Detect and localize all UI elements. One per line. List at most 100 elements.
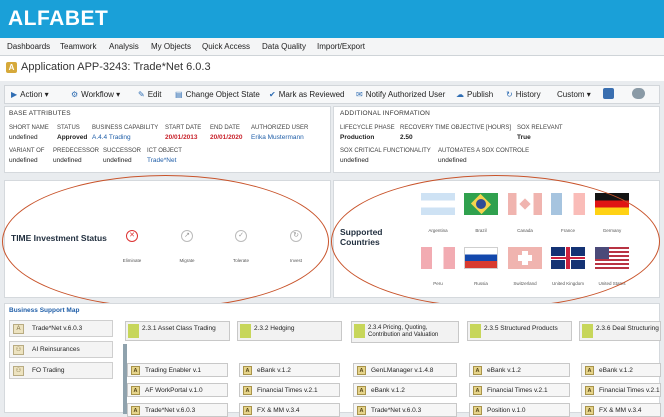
custom-button[interactable]: Custom ▾ bbox=[557, 90, 591, 99]
change-state-button[interactable]: ▤ Change Object State bbox=[175, 90, 260, 99]
status-label: STATUS bbox=[57, 125, 80, 131]
mark-reviewed-button[interactable]: ✔ Mark as Reviewed bbox=[269, 90, 345, 99]
sox-critical-value: undefined bbox=[340, 157, 369, 164]
list-item[interactable]: A AF WorkPortal v.1.0 bbox=[127, 383, 228, 397]
capability-column-head[interactable]: 2.3.4 Pricing, Quoting, Contribution and… bbox=[351, 321, 459, 343]
action-icon: ▶ bbox=[11, 90, 18, 99]
capability-marker bbox=[354, 324, 365, 338]
sox-relevant-label: SOX RELEVANT bbox=[517, 125, 563, 131]
menu-dashboards[interactable]: Dashboards bbox=[7, 42, 50, 51]
change-state-icon: ▤ bbox=[175, 90, 183, 99]
menu-import-export[interactable]: Import/Export bbox=[317, 42, 365, 51]
bsm-left-item[interactable]: A Trade*Net v.6.0.3 bbox=[9, 320, 113, 337]
list-item[interactable]: A Financial Times v.2.1 bbox=[581, 383, 661, 397]
list-item[interactable]: A FX & MM v.3.4 bbox=[581, 403, 661, 417]
list-item[interactable]: A Financial Times v.2.1 bbox=[239, 383, 340, 397]
page-title: Application APP-3243: Trade*Net 6.0.3 bbox=[21, 61, 211, 73]
list-item[interactable]: A GenLManager v.1.4.8 bbox=[353, 363, 457, 377]
base-attributes-title: BASE ATTRIBUTES bbox=[9, 110, 71, 117]
list-item[interactable]: AeBank v.1.2 bbox=[469, 363, 570, 377]
recovery-time-value: 2.50 bbox=[400, 134, 413, 141]
mark-reviewed-icon: ✔ bbox=[269, 90, 276, 99]
successor-label: SUCCESSOR bbox=[103, 148, 142, 154]
top-bar: ALFABET bbox=[0, 0, 664, 38]
list-item[interactable]: AeBank v.1.2 bbox=[581, 363, 661, 377]
menu-teamwork[interactable]: Teamwork bbox=[60, 42, 96, 51]
capability-column-head[interactable]: 2.3.2 Hedging bbox=[237, 321, 342, 341]
menu-analysis[interactable]: Analysis bbox=[109, 42, 139, 51]
notify-button[interactable]: ✉ Notify Authorized User bbox=[356, 90, 445, 99]
ict-object-value[interactable]: Trade*Net bbox=[147, 157, 176, 164]
main-menu: Dashboards Teamwork Analysis My Objects … bbox=[0, 38, 664, 56]
list-item[interactable]: A Position v.1.0 bbox=[469, 403, 570, 417]
recovery-time-label: RECOVERY TIME OBJECTIVE [HOURS] bbox=[400, 125, 512, 131]
history-button[interactable]: ↻ History bbox=[506, 90, 541, 99]
sox-relevant-value: True bbox=[517, 134, 531, 141]
action-button[interactable]: ▶ Action ▾ bbox=[11, 90, 49, 99]
application-icon: A bbox=[357, 386, 366, 395]
business-support-map-panel: Business Support Map A Trade*Net v.6.0.3 … bbox=[4, 303, 661, 417]
application-icon: A bbox=[473, 386, 482, 395]
start-date-value: 20/01/2013 bbox=[165, 134, 198, 141]
menu-my-objects[interactable]: My Objects bbox=[151, 42, 191, 51]
object-toolbar: ▶ Action ▾ ⚙ Workflow ▾ ✎ Edit ▤ Change Obje… bbox=[4, 85, 660, 104]
application-icon: A bbox=[131, 386, 140, 395]
end-date-label: END DATE bbox=[210, 125, 240, 131]
menu-quick-access[interactable]: Quick Access bbox=[202, 42, 250, 51]
additional-information-title: ADDITIONAL INFORMATION bbox=[340, 110, 430, 117]
business-capability-label: BUSINESS CAPABILITY bbox=[92, 125, 159, 131]
automates-sox-label: AUTOMATES A SOX CONTROLE bbox=[438, 148, 530, 154]
publish-icon: ☁ bbox=[456, 90, 464, 99]
start-date-label: START DATE bbox=[165, 125, 202, 131]
additional-information-panel: ADDITIONAL INFORMATION LIFECYCLE PHASE R… bbox=[333, 106, 660, 173]
authorized-user-value[interactable]: Erika Mustermann bbox=[251, 134, 304, 141]
list-item[interactable]: A Trade*Net v.6.0.3 bbox=[353, 403, 457, 417]
application-icon: A bbox=[131, 406, 140, 415]
predecessor-value: undefined bbox=[53, 157, 82, 164]
business-support-map-title[interactable]: Business Support Map bbox=[9, 307, 79, 314]
status-value: Approved bbox=[57, 134, 88, 141]
people-icon: ⚇ bbox=[13, 345, 24, 355]
workflow-icon: ⚙ bbox=[71, 90, 79, 99]
base-attributes-panel: BASE ATTRIBUTES SHORT NAME STATUS BUSINE… bbox=[4, 106, 331, 173]
list-item[interactable]: A Financial Times v.2.1 bbox=[469, 383, 570, 397]
bsm-left-item[interactable]: ⚇ FO Trading bbox=[9, 362, 113, 379]
people-icon: ⚇ bbox=[13, 366, 24, 376]
capability-column-head[interactable]: 2.3.1 Asset Class Trading bbox=[125, 321, 230, 341]
capability-marker bbox=[128, 324, 139, 338]
list-item[interactable]: A Trade*Net v.6.0.3 bbox=[127, 403, 228, 417]
edit-button[interactable]: ✎ Edit bbox=[138, 90, 162, 99]
business-capability-value[interactable]: A.4.4 Trading bbox=[92, 134, 131, 141]
application-icon: A bbox=[585, 406, 594, 415]
highlight-oval-countries bbox=[331, 175, 660, 308]
capability-marker bbox=[470, 324, 481, 338]
list-item[interactable]: A Trading Enabler v.1 bbox=[127, 363, 228, 377]
menu-data-quality[interactable]: Data Quality bbox=[262, 42, 306, 51]
edit-icon: ✎ bbox=[138, 90, 145, 99]
capability-column-head[interactable]: 2.3.6 Deal Structuring bbox=[579, 321, 661, 341]
capability-column-head[interactable]: 2.3.5 Structured Products bbox=[467, 321, 572, 341]
application-icon: A bbox=[357, 366, 366, 375]
lifecycle-phase-value: Production bbox=[340, 134, 375, 141]
diagram-icon[interactable] bbox=[603, 88, 614, 99]
bsm-left-item[interactable]: ⚇ AI Reinsurances bbox=[9, 341, 113, 358]
list-item[interactable]: AeBank v.1.2 bbox=[239, 363, 340, 377]
chat-icon[interactable] bbox=[632, 88, 645, 99]
page-title-bar: A Application APP-3243: Trade*Net 6.0.3 bbox=[0, 56, 664, 81]
short-name-value: undefined bbox=[9, 134, 38, 141]
variant-of-label: VARIANT OF bbox=[9, 148, 45, 154]
workflow-button[interactable]: ⚙ Workflow ▾ bbox=[71, 90, 120, 99]
application-icon: A bbox=[585, 366, 594, 375]
application-icon: A bbox=[131, 366, 140, 375]
automates-sox-value: undefined bbox=[438, 157, 467, 164]
alfabet-logo[interactable]: ALFABET bbox=[8, 7, 108, 31]
list-item[interactable]: A FX & MM v.3.4 bbox=[239, 403, 340, 417]
notify-icon: ✉ bbox=[356, 90, 363, 99]
capability-marker bbox=[582, 324, 593, 338]
lifecycle-phase-label: LIFECYCLE PHASE bbox=[340, 125, 395, 131]
application-icon: A bbox=[243, 406, 252, 415]
list-item[interactable]: AeBank v.1.2 bbox=[353, 383, 457, 397]
publish-button[interactable]: ☁ Publish bbox=[456, 90, 493, 99]
successor-value: undefined bbox=[103, 157, 132, 164]
history-icon: ↻ bbox=[506, 90, 513, 99]
